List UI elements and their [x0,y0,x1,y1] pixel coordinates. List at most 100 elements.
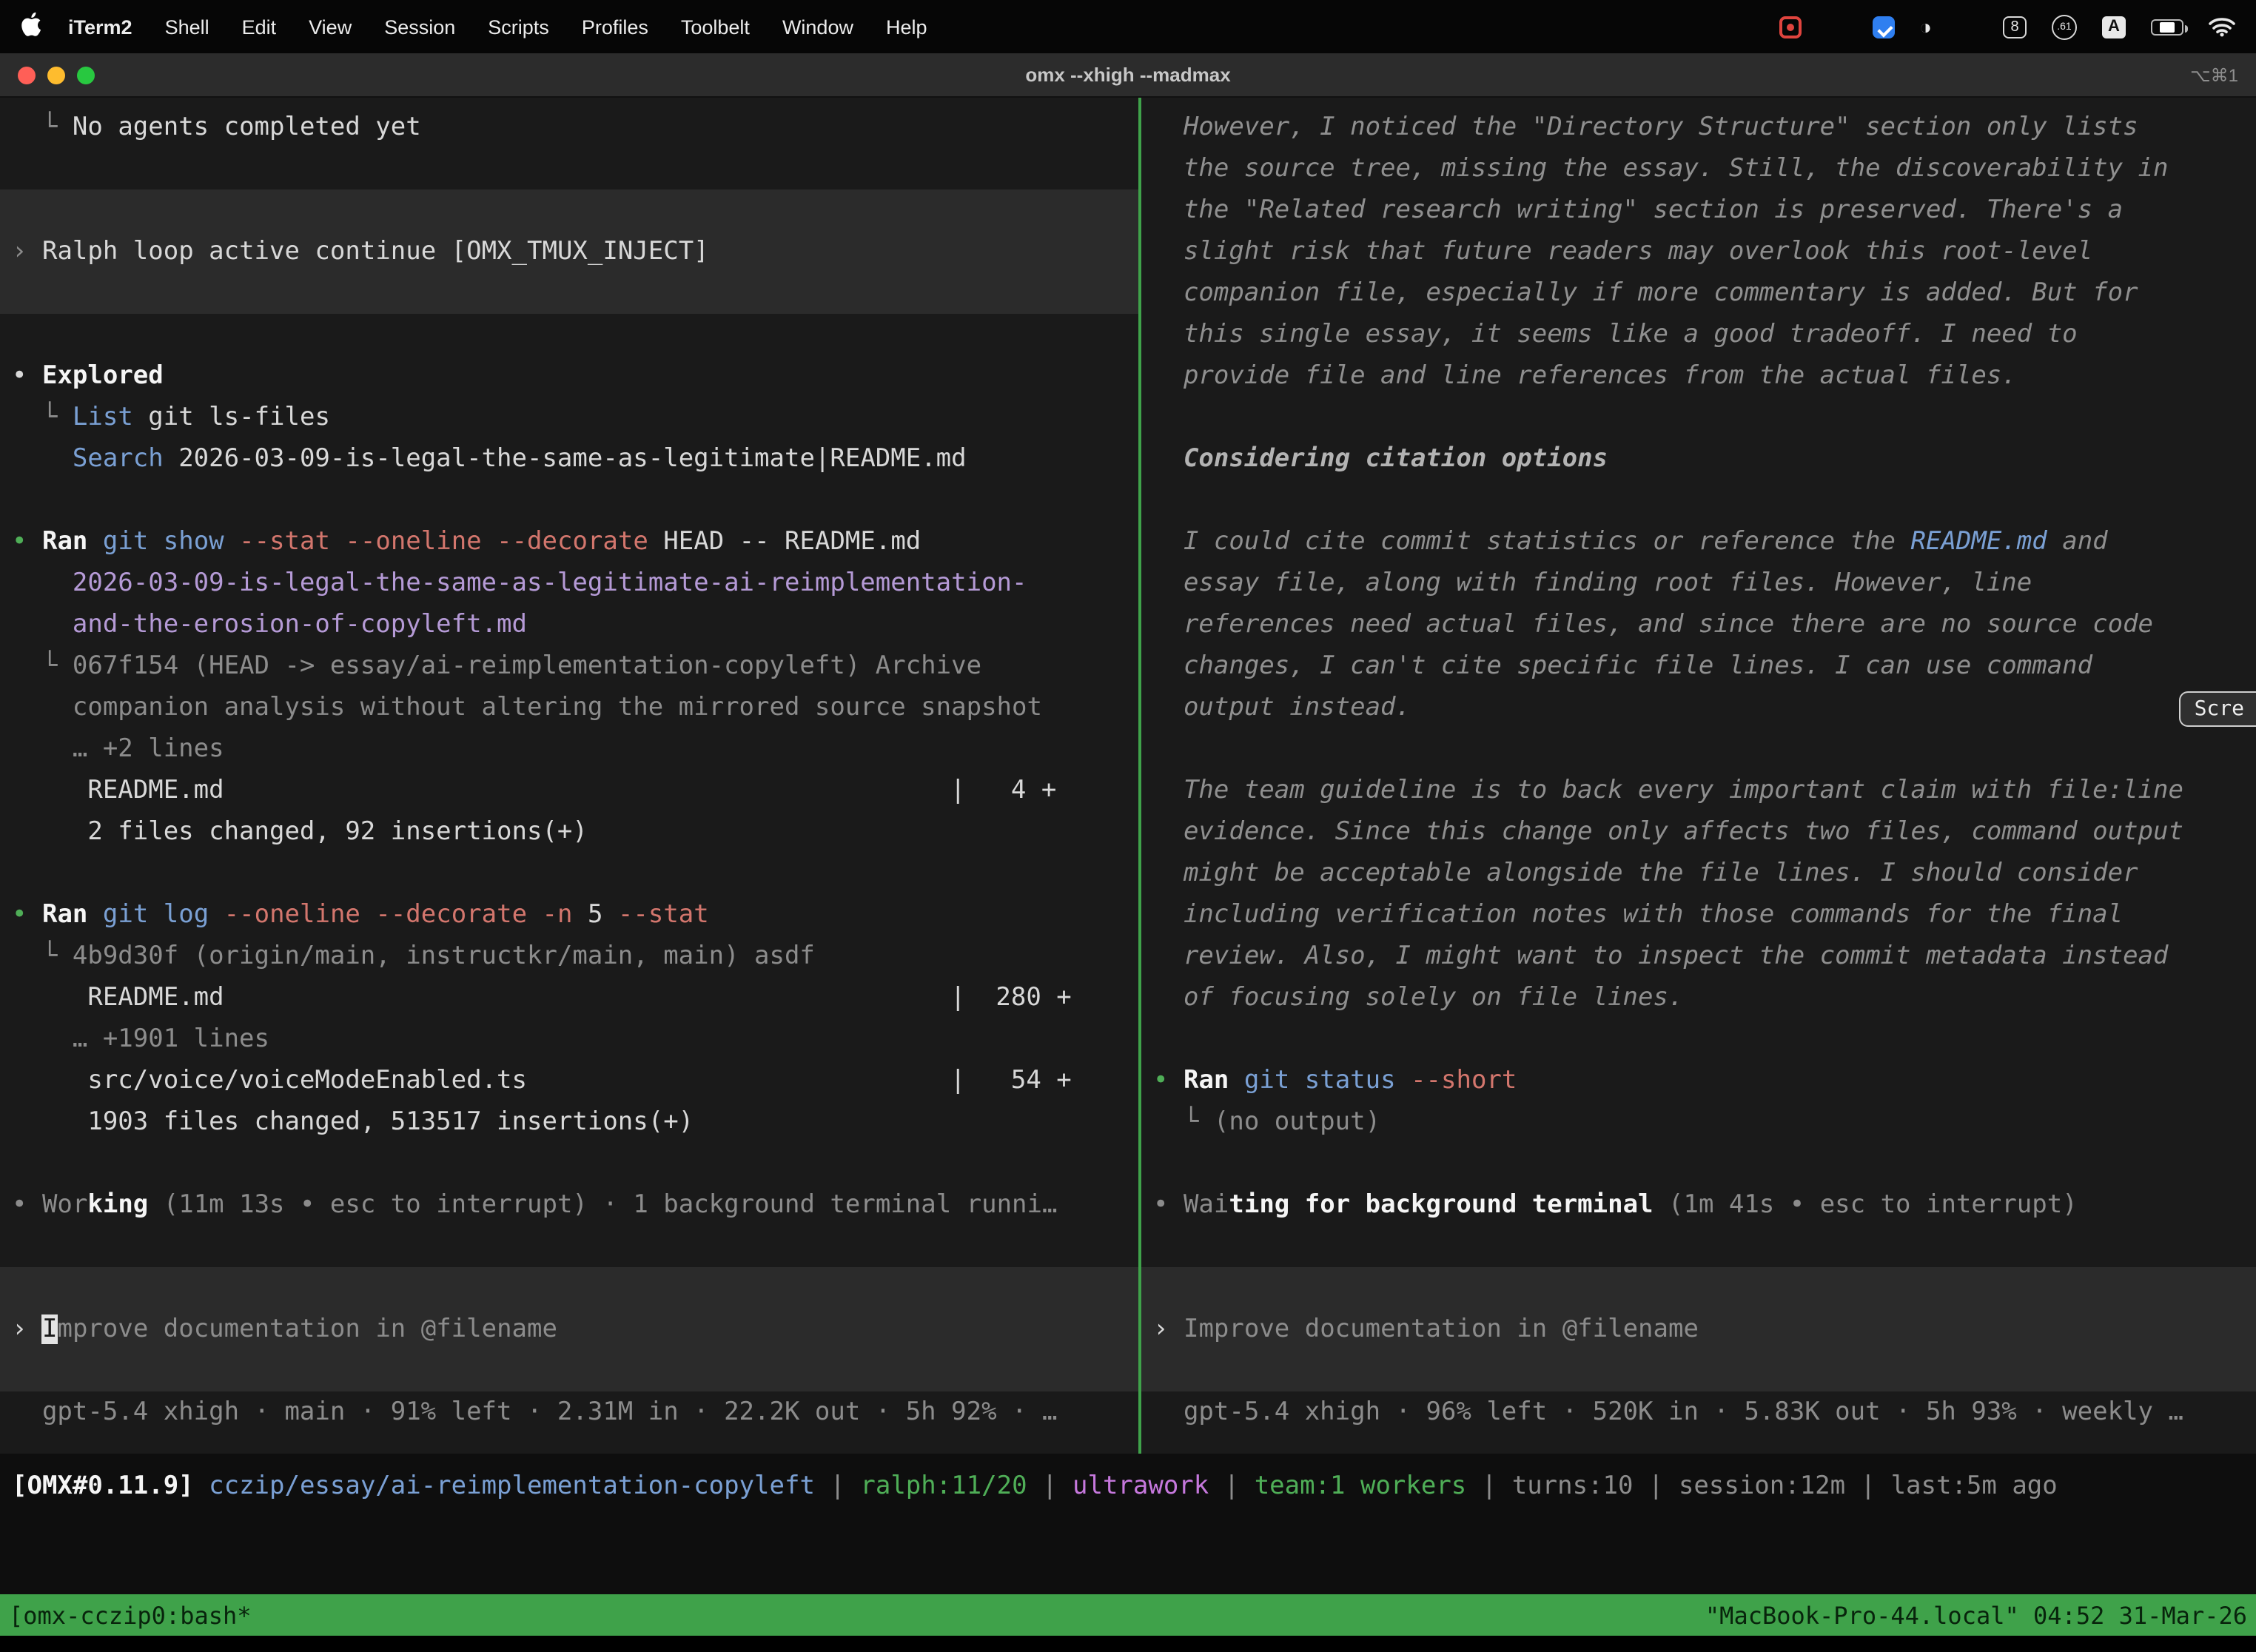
blue-app-icon[interactable] [1872,16,1894,38]
text-segment: └ [12,403,73,432]
wifi-icon[interactable] [2209,16,2235,37]
menu-item-view[interactable]: View [309,16,352,38]
text-segment: • [1153,1066,1184,1095]
dots-grid-icon[interactable] [1957,16,1978,37]
tmux-status-bar: [omx-cczip0:bash* "MacBook-Pro-44.local"… [0,1594,2256,1636]
text-segment: HEAD -- README.md [663,527,921,557]
battery-percent-icon[interactable]: .61 [2052,14,2077,39]
text-segment: essay file, along with finding root file… [1153,568,2032,598]
text-segment: › [12,237,42,266]
text-segment: might be acceptable alongside the file l… [1153,859,2138,888]
dark-app-icon[interactable]: ◑ [1919,16,1932,37]
tmux-panes: └ No agents completed yet› Ralph loop ac… [0,98,2256,1454]
tmux-host-clock: "MacBook-Pro-44.local" 04:52 31-Mar-26 [1705,1601,2247,1629]
terminal-line: Search 2026-03-09-is-legal-the-same-as-l… [0,438,1138,480]
terminal-line: … +2 lines [0,728,1138,770]
terminal: └ No agents completed yet› Ralph loop ac… [0,98,2256,1652]
prompt-input[interactable]: › Improve documentation in @filename [1141,1267,2256,1391]
text-segment: gpt-5.4 xhigh · 96% left · 520K in · 5.8… [1153,1397,2183,1427]
blank-line [0,1226,1138,1267]
text-segment: git ls-files [133,403,330,432]
text-segment: Ran [42,527,103,557]
text-segment: 1903 files changed, 513517 insertions(+) [12,1107,694,1137]
text-segment: cczip/essay/ai-reimplementation-copyleft [209,1471,815,1501]
terminal-line: provide file and line references from th… [1141,355,2256,397]
text-segment: ralph:11/20 [860,1471,1027,1501]
right-pane[interactable]: However, I noticed the "Directory Struct… [1141,98,2256,1454]
text-segment: … +1901 lines [12,1024,269,1054]
bottom-strip [0,1636,2256,1652]
terminal-line: src/voice/voiceModeEnabled.ts| 54 + [0,1060,1138,1101]
blank-line [0,853,1138,894]
battery-icon[interactable] [2151,19,2183,35]
terminal-line: • Waiting for background terminal (1m 41… [1141,1184,2256,1226]
window-titlebar[interactable]: omx --xhigh --madmax ⌥⌘1 [0,53,2256,98]
blank-line [1141,480,2256,521]
text-segment: king [87,1190,148,1220]
terminal-line: evidence. Since this change only affects… [1141,811,2256,853]
text-segment: mprove documentation in @filename [57,1314,557,1344]
box-content: › Improve documentation in @filename [0,1309,1138,1350]
screen-notification[interactable]: Scre [2180,691,2256,727]
terminal-line: └ List git ls-files [0,397,1138,438]
text-segment: turns:10 [1512,1471,1634,1501]
text-segment: | [1845,1471,1890,1501]
text-segment: changes, I can't cite specific file line… [1153,651,2092,681]
terminal-line: including verification notes with those … [1141,894,2256,936]
text-segment: the "Related research writing" section i… [1153,195,2123,225]
text-segment: I could cite commit statistics or refere… [1153,527,1911,557]
input-source-icon[interactable]: A [2102,16,2126,38]
text-segment: git show [103,527,239,557]
menu-item-iterm2[interactable]: iTerm2 [68,16,132,38]
terminal-line: companion analysis without altering the … [0,687,1138,728]
terminal-line: └ 4b9d30f (origin/main, instructkr/main,… [0,936,1138,977]
menubar-items: iTerm2 Shell Edit View Session Scripts Profile… [68,16,927,38]
text-segment: companion analysis without altering the … [12,693,1042,722]
terminal-line: … +1901 lines [0,1018,1138,1060]
key-icon[interactable]: 8 [2003,16,2027,38]
text-segment: | [1634,1471,1679,1501]
text-segment: provide file and line references from th… [1153,361,2017,391]
menu-item-scripts[interactable]: Scripts [488,16,549,38]
terminal-line: README.md| 280 + [0,977,1138,1018]
blank-line [1141,1018,2256,1060]
menu-item-session[interactable]: Session [384,16,455,38]
tmux-session-label: [omx-cczip0:bash* [9,1601,252,1629]
menu-item-profiles[interactable]: Profiles [582,16,648,38]
text-segment: ultrawork [1072,1471,1209,1501]
text-segment: --oneline --decorate -n [224,900,588,930]
menu-item-toolbelt[interactable]: Toolbelt [681,16,750,38]
terminal-line: companion file, especially if more comme… [1141,272,2256,314]
terminal-line: the source tree, missing the essay. Stil… [1141,148,2256,189]
text-segment: • [12,900,42,930]
menu-item-help[interactable]: Help [886,16,927,38]
text-segment: README.md [1911,527,2047,557]
text-segment: 2 files changed, 92 insertions(+) [12,817,588,847]
text-segment: • [12,361,42,391]
menu-item-edit[interactable]: Edit [242,16,277,38]
text-segment: slight risk that future readers may over… [1153,237,2092,266]
left-pane[interactable]: └ No agents completed yet› Ralph loop ac… [0,98,1138,1454]
text-segment: output instead. [1153,693,1411,722]
text-segment: Ralph loop active continue [OMX_TMUX_INJ… [42,237,709,266]
grid-app-icon[interactable] [1826,16,1847,37]
text-segment: of focusing solely on file lines. [1153,983,1683,1013]
terminal-line: slight risk that future readers may over… [1141,231,2256,272]
apple-menu[interactable] [21,12,41,41]
text-segment: | [1209,1471,1254,1501]
text-segment: (11m 13s • esc to interrupt) · 1 backgro… [148,1190,1057,1220]
text-segment: … +2 lines [12,734,224,764]
text-segment: and [2047,527,2108,557]
text-segment: └ 067f154 (HEAD -> essay/ai-reimplementa… [12,651,981,681]
screen-recording-icon[interactable] [1779,16,1801,38]
terminal-line: changes, I can't cite specific file line… [1141,645,2256,687]
text-segment: Improve documentation in @filename [1184,1314,1699,1344]
text-segment: The team guideline is to back every impo… [1153,776,2183,805]
menu-item-shell[interactable]: Shell [165,16,209,38]
menu-item-window[interactable]: Window [782,16,853,38]
prompt-input[interactable]: › Improve documentation in @filename [0,1267,1138,1391]
terminal-line: the "Related research writing" section i… [1141,189,2256,231]
text-segment: List [73,403,133,432]
text-segment: Search [12,444,164,474]
model-status-line: gpt-5.4 xhigh · main · 91% left · 2.31M … [0,1391,1138,1433]
